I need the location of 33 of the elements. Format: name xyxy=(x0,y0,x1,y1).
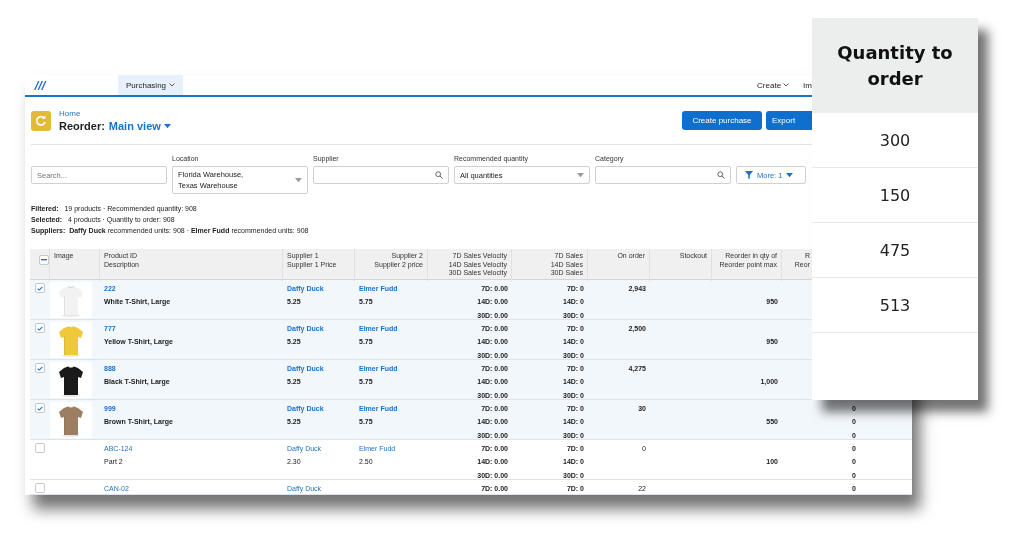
row-checkbox[interactable] xyxy=(35,363,45,373)
card-title: Quantity to order xyxy=(836,40,954,91)
quantity-value: 513 xyxy=(879,295,911,315)
select-all-checkbox[interactable] xyxy=(39,255,49,265)
quantity-value: 475 xyxy=(879,240,911,260)
row-checkbox[interactable] xyxy=(35,283,45,293)
refresh-icon xyxy=(31,110,51,131)
search-icon xyxy=(435,171,443,179)
caret-icon xyxy=(295,177,302,183)
quantity-value: 300 xyxy=(879,130,911,150)
view-selector[interactable]: Main view xyxy=(108,120,171,132)
caret-icon xyxy=(163,123,171,129)
search-field[interactable] xyxy=(595,166,731,184)
search-icon xyxy=(717,171,725,179)
chevron-down-icon xyxy=(783,83,790,87)
caret-icon xyxy=(577,172,584,178)
row-checkbox[interactable] xyxy=(35,323,45,333)
caret-icon xyxy=(786,172,794,178)
create-purchase-button[interactable]: Create purchase xyxy=(682,111,762,130)
row-checkbox[interactable] xyxy=(35,483,45,493)
row-checkbox[interactable] xyxy=(35,403,45,413)
breadcrumb-link[interactable]: Home xyxy=(59,109,171,118)
nav-menu[interactable]: Im xyxy=(803,80,812,90)
search-field[interactable] xyxy=(313,166,449,184)
chevron-down-icon xyxy=(169,83,176,87)
minus-icon xyxy=(41,259,47,261)
quantity-value: 150 xyxy=(879,185,911,205)
row-checkbox[interactable] xyxy=(35,443,45,453)
purchasing-tab[interactable]: Purchasing xyxy=(118,75,184,95)
logo-icon xyxy=(33,80,47,90)
filter-icon xyxy=(745,171,753,179)
page-title: Reorder: xyxy=(59,120,105,132)
nav-menu[interactable]: Create xyxy=(757,80,790,90)
